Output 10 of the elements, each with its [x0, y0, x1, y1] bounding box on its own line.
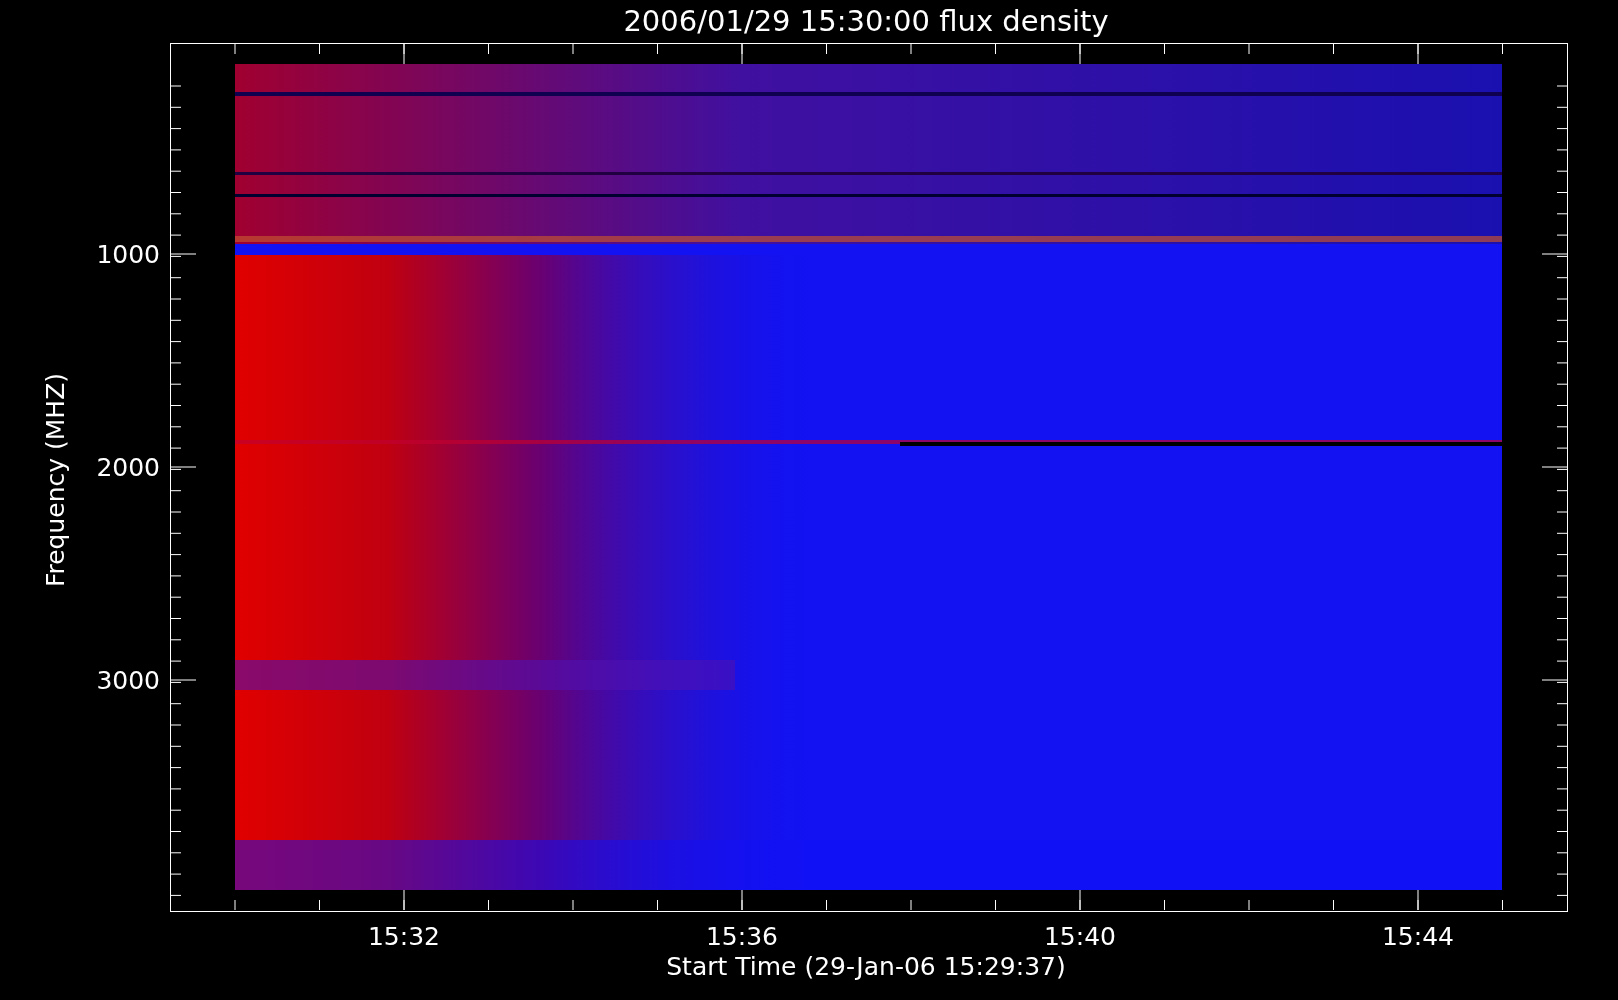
axis-tick-label: 1000	[96, 240, 160, 269]
axis-tick-label: 15:44	[1382, 922, 1454, 951]
axis-label: Frequency (MHZ)	[41, 372, 70, 588]
chart-title: 2006/01/29 15:30:00 flux density	[623, 4, 1109, 38]
axis-tick-label: 2000	[96, 453, 160, 482]
axis-tick-label: 15:36	[706, 922, 778, 951]
axis-tick-label: 15:40	[1044, 922, 1116, 951]
axis-tick-label: 3000	[96, 666, 160, 695]
axis-tick-label: 15:32	[368, 922, 440, 951]
axis-label: Start Time (29-Jan-06 15:29:37)	[666, 952, 1066, 981]
